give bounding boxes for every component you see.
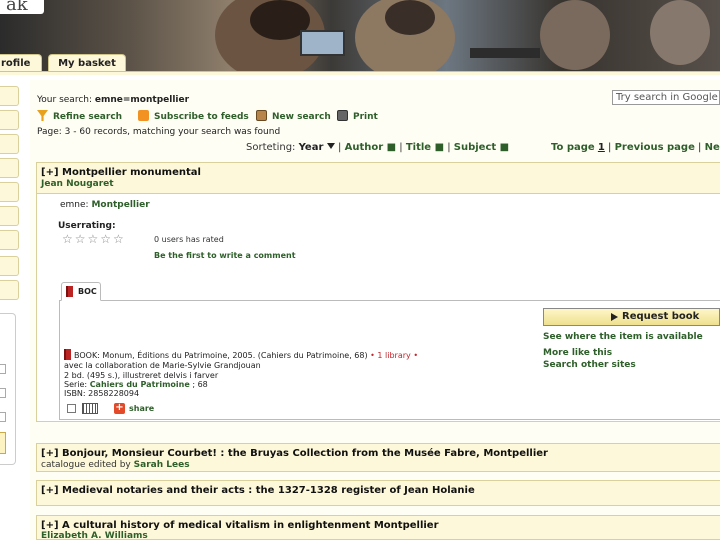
result-title-link[interactable]: [+] A cultural history of medical vitali… bbox=[41, 520, 439, 531]
select-checkbox[interactable] bbox=[67, 404, 76, 413]
page-number-link[interactable]: 1 bbox=[598, 142, 605, 153]
your-search-line: Your search: emne=montpellier bbox=[37, 95, 189, 105]
result-title-link[interactable]: [+] Medieval notaries and their acts : t… bbox=[41, 485, 475, 496]
google-search-input[interactable]: Try search in Google - d bbox=[612, 90, 720, 105]
tab-boc[interactable]: BOC bbox=[61, 282, 101, 301]
sidebar-item[interactable] bbox=[0, 86, 19, 106]
sort-year[interactable]: Year bbox=[299, 142, 335, 153]
book-publication-line: BOOK: Monum, Éditions du Patrimoine, 200… bbox=[74, 351, 418, 360]
tab-profile[interactable]: rofile bbox=[0, 54, 42, 72]
sidebar-item[interactable] bbox=[0, 158, 19, 178]
result-header: [+] A cultural history of medical vitali… bbox=[36, 515, 720, 540]
book-icon bbox=[64, 349, 71, 360]
to-page-label: To page bbox=[551, 142, 595, 153]
filter-checkbox[interactable] bbox=[0, 364, 6, 374]
filter-apply-button[interactable] bbox=[0, 432, 6, 454]
previous-page-link[interactable]: Previous page bbox=[615, 142, 695, 153]
sidebar-item[interactable] bbox=[0, 206, 19, 226]
your-search-label: Your search: bbox=[37, 95, 93, 105]
result-author-link[interactable]: Sarah Lees bbox=[134, 460, 190, 470]
filter-checkbox[interactable] bbox=[0, 388, 6, 398]
site-logo[interactable]: ak bbox=[0, 0, 44, 15]
new-search-button[interactable]: New search bbox=[256, 110, 331, 124]
basket-icon[interactable] bbox=[82, 403, 98, 414]
refine-search-button[interactable]: Refine search bbox=[37, 110, 122, 124]
book-contributors: avec la collaboration de Marie-Sylvie Gr… bbox=[64, 361, 261, 370]
share-plus-icon: + bbox=[114, 402, 125, 414]
new-search-label: New search bbox=[272, 112, 331, 122]
series-link[interactable]: Cahiers du Patrimoine bbox=[90, 380, 190, 389]
sidebar-item[interactable] bbox=[0, 256, 19, 276]
userrating-label: Userrating: bbox=[58, 221, 116, 231]
result-header: [+] Montpellier monumental Jean Nougaret bbox=[36, 162, 720, 194]
series-label: Serie: bbox=[64, 380, 88, 389]
left-sidebar bbox=[0, 80, 20, 540]
result-author-link[interactable]: Jean Nougaret bbox=[41, 179, 114, 189]
book-publication-text: BOOK: Monum, Éditions du Patrimoine, 200… bbox=[74, 351, 368, 360]
sidebar-item[interactable] bbox=[0, 110, 19, 130]
main-tabs: rofile My basket bbox=[0, 54, 720, 72]
next-page-link[interactable]: Ne bbox=[705, 142, 720, 153]
tab-boc-label: BOC bbox=[78, 287, 97, 296]
print-label: Print bbox=[353, 112, 378, 122]
book-icon bbox=[66, 286, 73, 297]
request-book-button[interactable]: Request book bbox=[543, 308, 720, 326]
author-prefix: catalogue edited by bbox=[41, 460, 131, 470]
result-author-line: catalogue edited by Sarah Lees bbox=[41, 460, 190, 470]
rating-stars[interactable]: ☆☆☆☆☆ bbox=[62, 232, 126, 246]
series-number: ; 68 bbox=[192, 380, 208, 389]
result-header: [+] Bonjour, Monsieur Courbet! : the Bru… bbox=[36, 443, 720, 472]
sorting-label: Sorteting: bbox=[246, 142, 296, 153]
request-book-label: Request book bbox=[622, 311, 700, 322]
tab-my-basket[interactable]: My basket bbox=[48, 54, 126, 72]
sidebar-item[interactable] bbox=[0, 134, 19, 154]
subscribe-feeds-button[interactable]: Subscribe to feeds bbox=[138, 110, 249, 124]
result-author-link[interactable]: Elizabeth A. Williams bbox=[41, 531, 148, 540]
tab-underline bbox=[0, 71, 720, 75]
funnel-icon bbox=[37, 110, 48, 121]
sort-subject[interactable]: Subject ■ bbox=[454, 142, 509, 153]
filter-checkbox[interactable] bbox=[0, 412, 6, 422]
sidebar-filter-panel bbox=[0, 313, 16, 465]
search-query: emne=montpellier bbox=[94, 95, 190, 105]
result-header: [+] Medieval notaries and their acts : t… bbox=[36, 480, 720, 506]
print-button[interactable]: Print bbox=[337, 110, 378, 124]
book-series: Serie: Cahiers du Patrimoine ; 68 bbox=[64, 380, 208, 389]
pager: To page 1 | Previous page | Ne bbox=[551, 142, 720, 153]
sidebar-item[interactable] bbox=[0, 280, 19, 300]
share-link[interactable]: share bbox=[129, 404, 154, 413]
results-count: Page: 3 - 60 records, matching your sear… bbox=[37, 127, 281, 137]
library-count-link[interactable]: • 1 library • bbox=[370, 351, 418, 360]
rss-icon bbox=[138, 110, 149, 121]
subject-line: emne: Montpellier bbox=[60, 200, 150, 210]
logo-text: ak bbox=[6, 0, 28, 15]
new-search-icon bbox=[256, 110, 267, 121]
result-title-link[interactable]: [+] Bonjour, Monsieur Courbet! : the Bru… bbox=[41, 448, 548, 459]
book-extent: 2 bd. (495 s.), illustreret delvis i far… bbox=[64, 371, 219, 380]
subject-label: emne: bbox=[60, 200, 89, 210]
sorting-bar: Sorteting: Year | Author ■ | Title ■ | S… bbox=[246, 142, 510, 153]
arrow-right-icon bbox=[611, 313, 618, 321]
search-other-sites-link[interactable]: Search other sites bbox=[543, 360, 636, 370]
sidebar-item[interactable] bbox=[0, 182, 19, 202]
more-like-this-link[interactable]: More like this bbox=[543, 348, 612, 358]
sort-title[interactable]: Title ■ bbox=[406, 142, 444, 153]
users-rated-text: 0 users has rated bbox=[154, 235, 224, 244]
sort-author[interactable]: Author ■ bbox=[345, 142, 397, 153]
sidebar-item[interactable] bbox=[0, 230, 19, 250]
availability-link[interactable]: See where the item is available bbox=[543, 332, 703, 342]
sort-desc-icon bbox=[326, 143, 335, 149]
printer-icon bbox=[337, 110, 348, 121]
subscribe-feeds-label: Subscribe to feeds bbox=[154, 112, 249, 122]
write-comment-link[interactable]: Be the first to write a comment bbox=[154, 251, 296, 260]
book-isbn: ISBN: 2858228094 bbox=[64, 389, 140, 398]
subject-link[interactable]: Montpellier bbox=[91, 200, 149, 210]
result-title-link[interactable]: [+] Montpellier monumental bbox=[41, 167, 201, 178]
refine-search-label: Refine search bbox=[53, 112, 123, 122]
